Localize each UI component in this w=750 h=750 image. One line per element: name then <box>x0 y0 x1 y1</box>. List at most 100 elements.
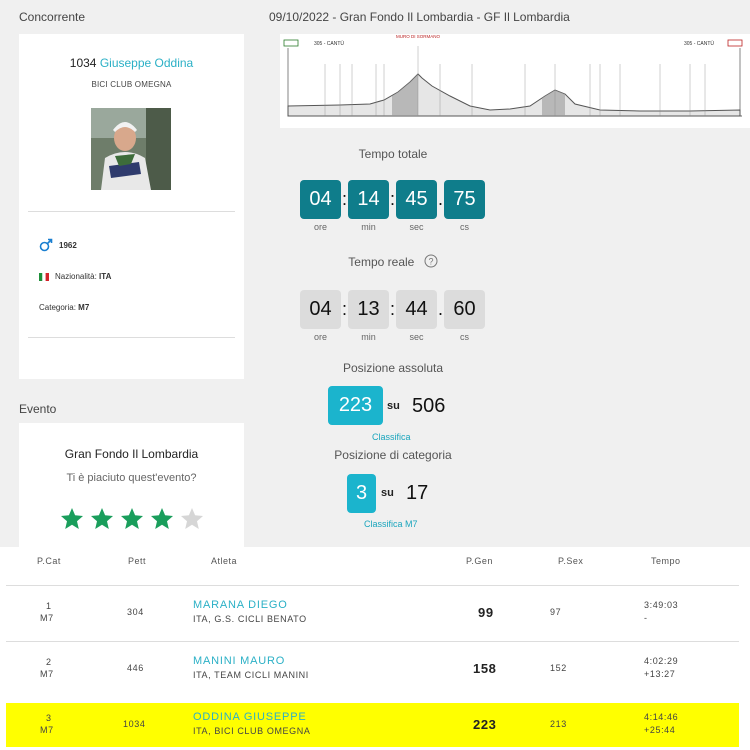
cat-position-su: su <box>381 487 394 499</box>
event-card: Gran Fondo Il Lombardia Ti è piaciuto qu… <box>19 423 244 547</box>
row-athlete-name[interactable]: MARANA DIEGO <box>193 599 288 611</box>
italy-flag-icon <box>39 272 49 281</box>
cat-position-title: Posizione di categoria <box>334 448 452 462</box>
table-row[interactable]: 1 M7 304 MARANA DIEGO ITA, G.S. CICLI BE… <box>6 585 739 637</box>
total-minutes: 14 min <box>348 180 389 232</box>
total-hundredths-value: 75 <box>444 180 485 219</box>
time-separator: : <box>389 189 395 209</box>
real-time-display: 04 ore : 13 min : 44 sec . 60 cs <box>300 290 485 342</box>
row-athlete-name[interactable]: ODDINA GIUSEPPE <box>193 711 306 723</box>
row-pgen: 99 <box>478 605 494 620</box>
event-section-label: Evento <box>19 402 57 416</box>
row-psex: 97 <box>550 607 562 617</box>
nationality-value: ITA <box>99 272 112 281</box>
start-label: 305 - CANTÙ <box>314 40 344 47</box>
row-bib: 304 <box>127 607 144 617</box>
athlete-name-line: 1034 Giuseppe Oddina <box>19 56 244 70</box>
event-rating-question: Ti è piaciuto quest'evento? <box>66 472 197 484</box>
male-icon <box>39 238 53 252</box>
nationality-label: Nazionalità: <box>55 272 97 281</box>
star-empty-icon[interactable] <box>180 507 204 531</box>
real-minutes-value: 13 <box>348 290 389 329</box>
table-row-current-athlete[interactable]: 3 M7 1034 ODDINA GIUSEPPE ITA, BICI CLUB… <box>6 703 739 747</box>
cat-ranking-link[interactable]: Classifica M7 <box>364 519 418 529</box>
end-label: 305 - CANTÙ <box>684 40 714 47</box>
col-header-time: Tempo <box>651 556 681 566</box>
star-filled-icon[interactable] <box>60 507 84 531</box>
time-separator: . <box>437 189 443 209</box>
col-header-pgen: P.Gen <box>466 556 493 566</box>
row-psex: 152 <box>550 663 567 673</box>
row-category: M7 <box>40 725 54 735</box>
help-icon[interactable]: ? <box>424 254 438 268</box>
real-hours-value: 04 <box>300 290 341 329</box>
total-time-title: Tempo totale <box>358 147 428 161</box>
row-category: M7 <box>40 613 54 623</box>
real-seconds: 44 sec <box>396 290 437 342</box>
abs-position-value: 223 <box>328 386 383 425</box>
row-pcat: 2 <box>46 657 52 667</box>
real-seconds-unit: sec <box>409 332 424 342</box>
star-filled-icon[interactable] <box>120 507 144 531</box>
row-athlete-club: ITA, G.S. CICLI BENATO <box>193 614 307 624</box>
row-time: 4:14:46 <box>644 712 679 722</box>
row-pcat: 3 <box>46 713 52 723</box>
star-filled-icon[interactable] <box>150 507 174 531</box>
total-seconds-value: 45 <box>396 180 437 219</box>
finish-flag-icon <box>727 39 743 47</box>
athlete-club: BICI CLUB OMEGNA <box>91 80 172 89</box>
row-category: M7 <box>40 669 54 679</box>
real-hours: 04 ore <box>300 290 341 342</box>
category-value: M7 <box>78 303 90 312</box>
event-name: Gran Fondo Il Lombardia <box>64 447 199 461</box>
row-gap: +13:27 <box>644 669 676 679</box>
star-filled-icon[interactable] <box>90 507 114 531</box>
real-hundredths-unit: cs <box>460 332 469 342</box>
total-hundredths: 75 cs <box>444 180 485 232</box>
row-psex: 213 <box>550 719 567 729</box>
row-pgen: 223 <box>473 717 497 732</box>
abs-position-total: 506 <box>412 395 446 417</box>
cat-position-total: 17 <box>406 482 429 504</box>
real-time-title: Tempo reale ? <box>273 254 513 269</box>
real-time-title-text: Tempo reale <box>348 255 415 269</box>
birth-year: 1962 <box>59 240 77 250</box>
col-header-psex: P.Sex <box>558 556 584 566</box>
athlete-name-link[interactable]: Giuseppe Oddina <box>100 56 193 70</box>
col-header-pcat: P.Cat <box>37 556 61 566</box>
start-flag-icon <box>283 39 299 47</box>
divider <box>28 337 235 338</box>
nationality-row: Nazionalità: ITA <box>39 272 111 281</box>
row-gap: - <box>644 613 648 623</box>
row-athlete-club: ITA, BICI CLUB OMEGNA <box>193 726 311 736</box>
row-pcat: 1 <box>46 601 52 611</box>
abs-position-su: su <box>387 400 400 412</box>
total-seconds-unit: sec <box>409 222 424 232</box>
row-pgen: 158 <box>473 661 497 676</box>
real-hundredths-value: 60 <box>444 290 485 329</box>
athlete-photo <box>91 108 171 190</box>
table-row[interactable]: 2 M7 446 MANINI MAURO ITA, TEAM CICLI MA… <box>6 641 739 693</box>
total-hours-value: 04 <box>300 180 341 219</box>
time-separator: : <box>341 189 347 209</box>
row-bib: 1034 <box>123 719 146 729</box>
time-separator: : <box>389 299 395 319</box>
category-label: Categoria: <box>39 303 76 312</box>
cat-position-value: 3 <box>347 474 376 513</box>
rating-stars[interactable] <box>60 507 204 531</box>
category-row: Categoria: M7 <box>39 303 89 312</box>
row-gap: +25:44 <box>644 725 676 735</box>
col-header-athlete: Atleta <box>211 556 238 566</box>
athlete-card: 1034 Giuseppe Oddina BICI CLUB OMEGNA 19… <box>19 34 244 379</box>
col-header-pett: Pett <box>128 556 147 566</box>
real-hundredths: 60 cs <box>444 290 485 342</box>
real-hours-unit: ore <box>313 332 327 342</box>
peak-label: MURO DI SORMANO <box>396 34 441 39</box>
real-seconds-value: 44 <box>396 290 437 329</box>
abs-ranking-link[interactable]: Classifica <box>372 432 411 442</box>
total-time-display: 04 ore : 14 min : 45 sec . 75 cs <box>300 180 485 232</box>
race-header: 09/10/2022 - Gran Fondo Il Lombardia - G… <box>269 10 570 24</box>
row-athlete-name[interactable]: MANINI MAURO <box>193 655 285 667</box>
divider <box>28 211 235 212</box>
abs-position-title: Posizione assoluta <box>342 361 444 375</box>
